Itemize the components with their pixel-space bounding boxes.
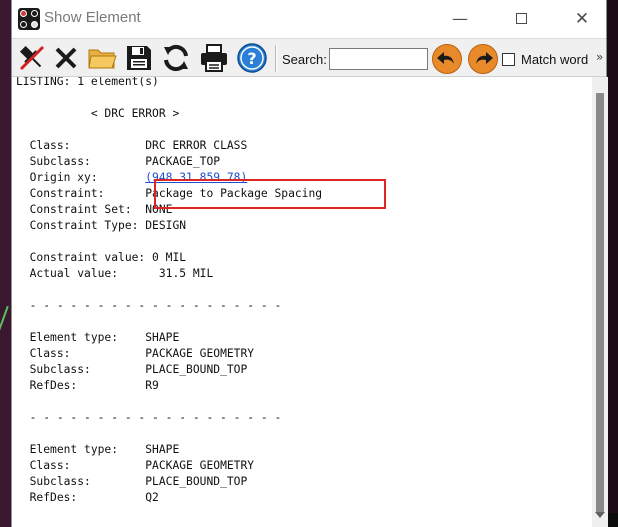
field-value: PACKAGE GEOMETRY xyxy=(145,347,255,360)
listing-row: Class: PACKAGE GEOMETRY xyxy=(16,458,322,474)
listing-row: Element type: SHAPE xyxy=(16,442,322,458)
find-next-button[interactable] xyxy=(468,44,498,74)
listing-row: Constraint Type: DESIGN xyxy=(16,218,322,234)
listing-row: Subclass: PACKAGE_TOP xyxy=(16,154,322,170)
close-window-button[interactable]: ✕ xyxy=(567,7,597,31)
match-word-label[interactable]: Match word xyxy=(521,52,588,67)
vertical-scrollbar[interactable] xyxy=(592,77,608,527)
listing-row: Element type: SHAPE xyxy=(16,330,322,346)
listing-row: Class: PACKAGE GEOMETRY xyxy=(16,346,322,362)
field-value: 31.5 MIL xyxy=(158,267,214,280)
match-word-checkbox[interactable] xyxy=(502,53,515,66)
listing-row: Class: DRC ERROR CLASS xyxy=(16,138,322,154)
refresh-icon[interactable] xyxy=(160,42,192,74)
field-value: PLACE_BOUND_TOP xyxy=(145,475,248,488)
print-icon[interactable] xyxy=(198,42,230,74)
field-key: Subclass: xyxy=(29,363,91,376)
field-key: Origin xy: xyxy=(29,171,98,184)
field-key: Actual value: xyxy=(29,267,119,280)
listing-row: RefDes: Q2 xyxy=(16,490,322,506)
scroll-down-arrow-icon[interactable] xyxy=(595,512,605,518)
field-value: DESIGN xyxy=(145,219,187,232)
arrow-left-icon xyxy=(437,52,454,64)
element-listing-text: LISTING: 1 element(s) < DRC ERROR > Clas… xyxy=(16,77,322,527)
field-value: DRC ERROR CLASS xyxy=(145,139,248,152)
listing-panel[interactable]: LISTING: 1 element(s) < DRC ERROR > Clas… xyxy=(12,77,608,527)
window-title: Show Element xyxy=(44,9,141,26)
field-value: 0 MIL xyxy=(152,251,187,264)
maximize-button[interactable] xyxy=(506,7,536,31)
listing-row: Actual value: 31.5 MIL xyxy=(16,266,322,282)
field-key: Subclass: xyxy=(29,475,91,488)
find-previous-button[interactable] xyxy=(432,44,462,74)
toolbar-separator xyxy=(275,45,277,72)
toolbar: ? Search: Match word » xyxy=(12,38,606,77)
section-title: < DRC ERROR > xyxy=(90,107,180,120)
svg-text:?: ? xyxy=(247,49,256,68)
listing-header: LISTING: 1 element(s) xyxy=(16,77,159,88)
field-value: PACKAGE GEOMETRY xyxy=(145,459,255,472)
field-key: RefDes: xyxy=(29,491,78,504)
field-value: SHAPE xyxy=(145,331,180,344)
search-label: Search: xyxy=(282,52,327,67)
constraint-highlight-box xyxy=(154,179,386,209)
field-key: Subclass: xyxy=(29,155,91,168)
field-key: Constraint Type: xyxy=(29,219,139,232)
field-value: SHAPE xyxy=(145,443,180,456)
close-x-icon[interactable] xyxy=(50,42,82,74)
help-icon[interactable]: ? xyxy=(236,42,268,74)
toolbar-overflow-chevron-icon[interactable]: » xyxy=(596,50,603,64)
field-key: Constraint Set: xyxy=(29,203,132,216)
section-divider: - - - - - - - - - - - - - - - - - - - xyxy=(29,299,282,312)
field-key: RefDes: xyxy=(29,379,78,392)
field-key: Constraint: xyxy=(29,187,105,200)
field-key: Class: xyxy=(29,459,71,472)
folder-open-icon[interactable] xyxy=(86,42,118,74)
field-value: PACKAGE_TOP xyxy=(145,155,221,168)
field-key: Element type: xyxy=(29,443,119,456)
section-divider: - - - - - - - - - - - - - - - - - - - xyxy=(29,411,282,424)
title-bar[interactable]: Show Element — ✕ xyxy=(12,0,606,38)
field-key: Class: xyxy=(29,139,71,152)
minimize-button[interactable]: — xyxy=(445,7,475,31)
listing-row: Subclass: PLACE_BOUND_TOP xyxy=(16,362,322,378)
arrow-right-icon xyxy=(476,52,493,64)
field-key: Element type: xyxy=(29,331,119,344)
field-key: Class: xyxy=(29,347,71,360)
scrollbar-thumb[interactable] xyxy=(596,93,604,513)
field-key: Constraint value: xyxy=(29,251,146,264)
show-element-window: Show Element — ✕ ? Search: Match word » … xyxy=(11,0,608,527)
app-icon xyxy=(18,8,40,30)
listing-row: RefDes: R9 xyxy=(16,378,322,394)
search-input[interactable] xyxy=(329,48,428,70)
section-divider: - - - - - - - - - - - - - - - - - - - xyxy=(16,522,322,527)
listing-row: Subclass: PLACE_BOUND_TOP xyxy=(16,474,322,490)
field-value: R9 xyxy=(145,379,159,392)
field-value: Q2 xyxy=(145,491,159,504)
listing-row: Constraint value: 0 MIL xyxy=(16,250,322,266)
save-disk-icon[interactable] xyxy=(123,42,155,74)
pin-icon[interactable] xyxy=(16,42,48,74)
field-value: PLACE_BOUND_TOP xyxy=(145,363,248,376)
